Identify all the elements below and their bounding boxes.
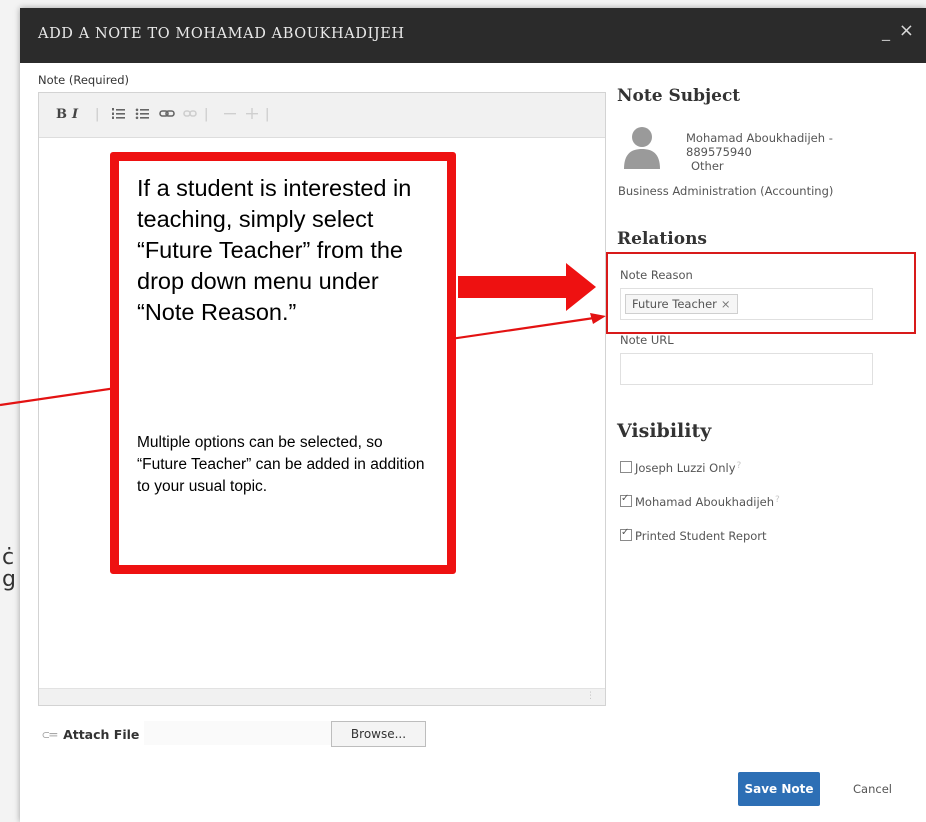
callout-sub-text: Multiple options can be selected, so “Fu…	[137, 434, 425, 495]
block-arrow	[458, 263, 596, 311]
callout-main-text: If a student is interested in teaching, …	[137, 175, 412, 325]
pointer-arrowhead	[590, 313, 606, 324]
instruction-callout: If a student is interested in teaching, …	[110, 152, 456, 574]
